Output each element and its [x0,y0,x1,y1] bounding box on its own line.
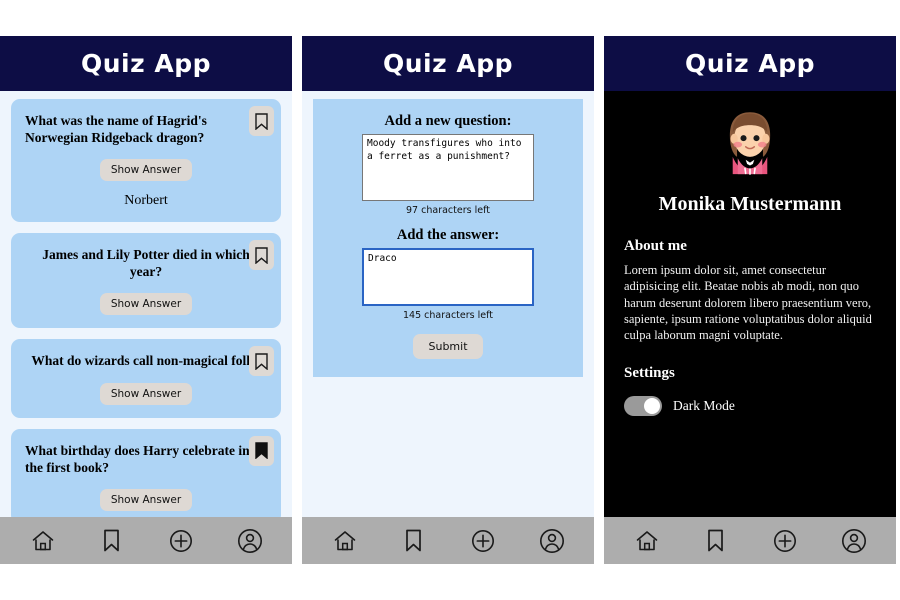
bookmark-outline-icon [255,353,268,370]
app-header: Quiz App [0,36,292,91]
nav-profile[interactable] [233,524,267,558]
nav-bookmarks[interactable] [699,524,733,558]
bottom-nav [0,517,292,564]
page-title: Quiz App [80,49,211,78]
question-card[interactable]: What was the name of Hagrid's Norwegian … [11,99,281,223]
page-title: Quiz App [382,49,513,78]
dark-mode-label: Dark Mode [673,398,735,414]
profile-body: Monika Mustermann About me Lorem ipsum d… [604,91,896,417]
screen-add-question: Quiz App Add a new question: 97 characte… [302,36,594,564]
nav-profile[interactable] [837,524,871,558]
question-card-list: What was the name of Hagrid's Norwegian … [0,91,292,517]
bookmark-outline-icon [255,112,268,130]
question-card[interactable]: What birthday does Harry celebrate in th… [11,428,281,517]
show-answer-button[interactable]: Show Answer [99,382,193,405]
bookmark-icon [708,529,723,552]
plus-circle-icon [471,529,494,552]
question-text: James and Lily Potter died in which year… [42,247,250,279]
nav-add[interactable] [164,524,198,558]
page-title: Quiz App [684,49,815,78]
bookmark-toggle-button[interactable] [249,346,274,377]
dark-mode-toggle[interactable] [624,396,662,417]
question-chars-left: 97 characters left [406,205,490,216]
about-text: Lorem ipsum dolor sit, amet consectetur … [624,263,872,342]
bookmark-icon [406,529,421,552]
nav-add[interactable] [466,524,500,558]
question-input[interactable] [362,134,534,201]
profile-name: Monika Mustermann [658,193,842,215]
person-circle-icon [539,528,564,553]
bookmark-toggle-button[interactable] [249,435,274,466]
nav-home[interactable] [26,524,60,558]
show-answer-button[interactable]: Show Answer [99,293,193,316]
settings-heading: Settings [624,365,675,382]
bookmark-outline-icon [255,246,268,264]
person-circle-icon [237,528,262,553]
plus-circle-icon [773,529,796,552]
answer-field-label: Add the answer: [396,227,500,243]
plus-circle-icon [169,529,192,552]
questions-content: What was the name of Hagrid's Norwegian … [0,91,292,517]
answer-input[interactable] [362,248,534,306]
add-question-form: Add a new question: 97 characters left A… [313,99,583,377]
nav-bookmarks[interactable] [95,524,129,558]
submit-button[interactable]: Submit [413,334,483,359]
question-field-label: Add a new question: [384,113,512,129]
bookmark-icon [104,529,119,552]
dark-mode-row: Dark Mode [624,396,876,417]
nav-home[interactable] [328,524,362,558]
nav-home[interactable] [630,524,664,558]
question-text: What do wizards call non-magical folk? [31,353,261,369]
question-card[interactable]: James and Lily Potter died in which year… [11,233,281,329]
nav-add[interactable] [768,524,802,558]
nav-bookmarks[interactable] [397,524,431,558]
app-screens-container: Quiz App What was the name of Hagrid's N… [0,0,900,600]
question-text: What was the name of Hagrid's Norwegian … [25,113,207,145]
woman-avatar-icon [729,112,771,175]
add-question-content: Add a new question: 97 characters left A… [302,91,594,517]
toggle-knob [644,398,660,415]
bookmark-toggle-button[interactable] [249,106,274,136]
question-text: What birthday does Harry celebrate in th… [25,442,250,475]
answer-chars-left: 145 characters left [403,310,493,321]
person-circle-icon [841,528,866,553]
app-header: Quiz App [302,36,594,91]
bookmark-toggle-button[interactable] [249,240,274,271]
answer-text: Norbert [124,193,168,209]
app-header: Quiz App [604,36,896,91]
question-card[interactable]: What do wizards call non-magical folk? S… [11,339,281,418]
screen-questions-list: Quiz App What was the name of Hagrid's N… [0,36,292,564]
bottom-nav [604,517,896,564]
home-icon [636,530,657,550]
about-heading: About me [624,238,687,254]
screen-profile: Quiz App Monika Mustermann About me Lore… [604,36,896,564]
bottom-nav [302,517,594,564]
show-answer-button[interactable]: Show Answer [99,159,193,182]
profile-content: Monika Mustermann About me Lorem ipsum d… [604,91,896,517]
home-icon [32,530,53,550]
home-icon [334,530,355,550]
show-answer-button[interactable]: Show Answer [99,489,193,512]
bookmark-filled-icon [255,442,268,460]
form-spacer [323,216,573,227]
nav-profile[interactable] [535,524,569,558]
